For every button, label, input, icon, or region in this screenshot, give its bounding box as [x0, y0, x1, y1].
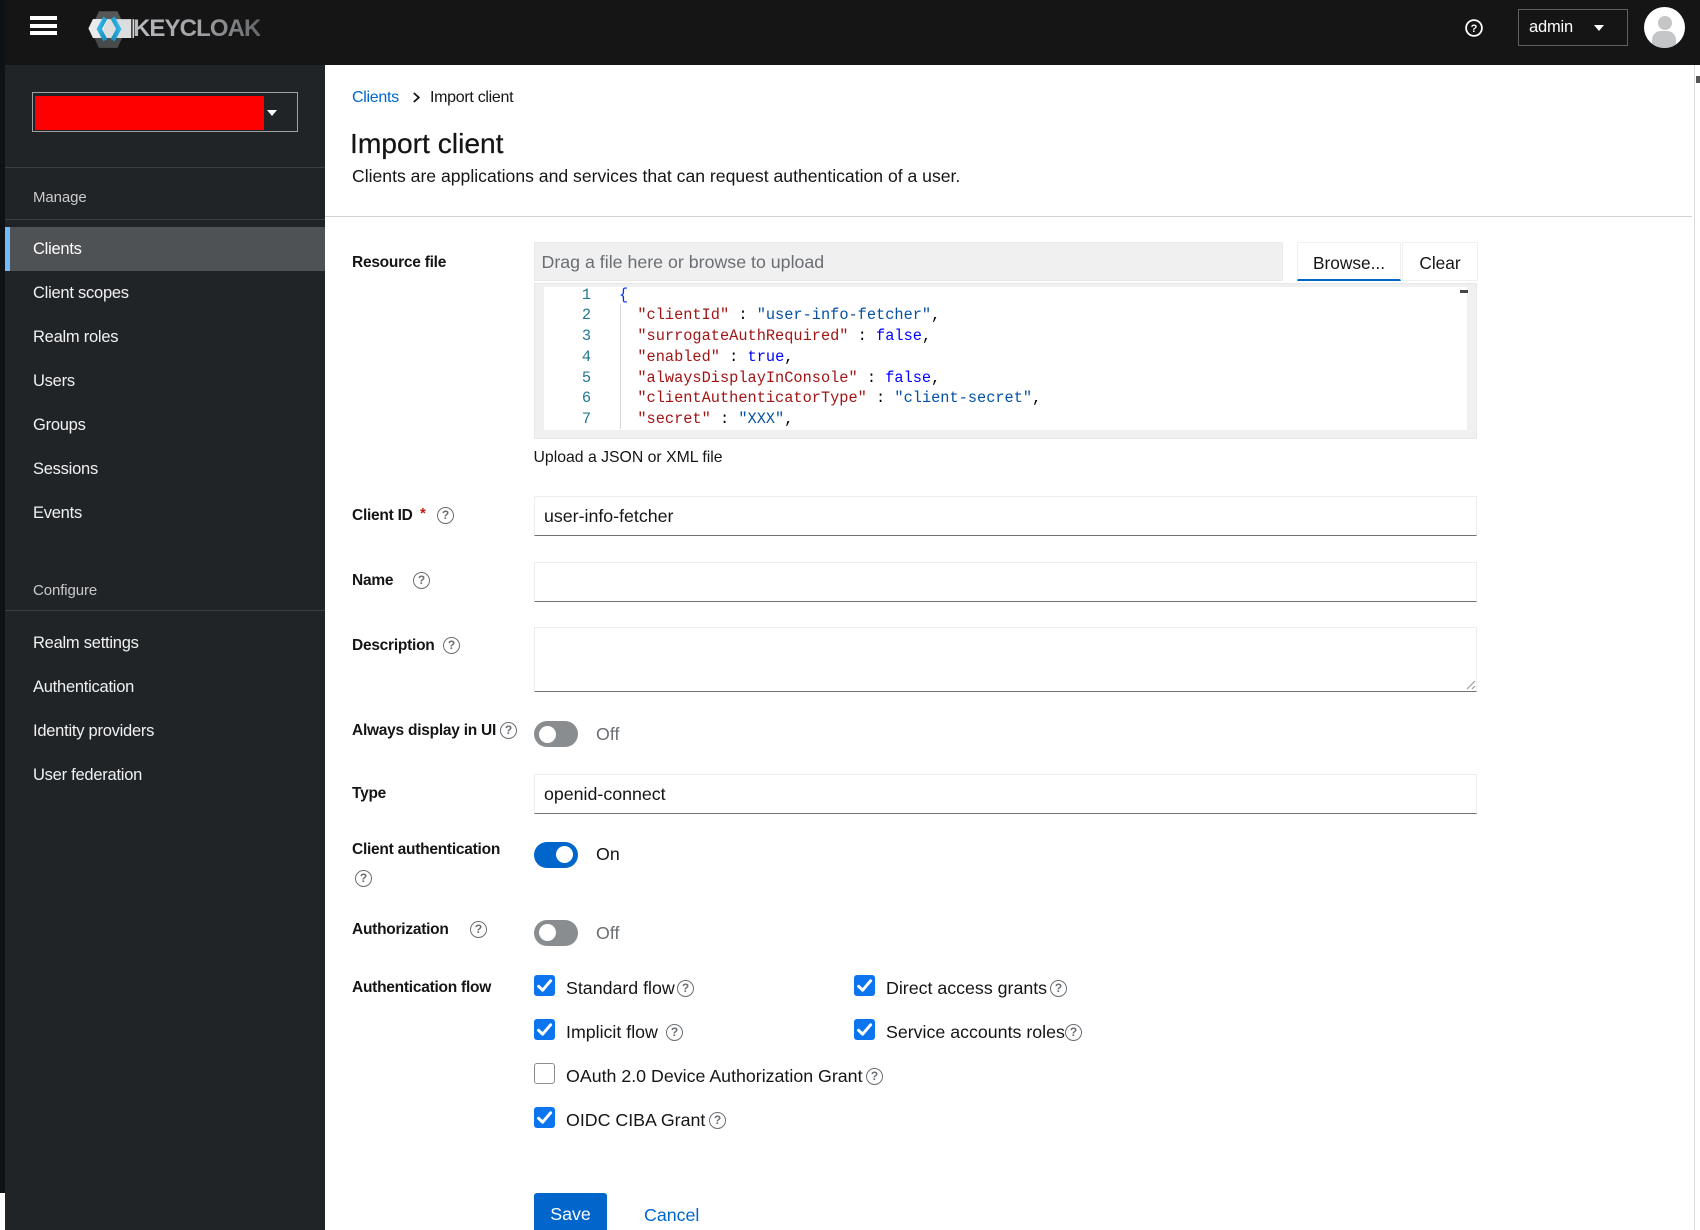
svg-text:?: ?: [1471, 23, 1478, 35]
